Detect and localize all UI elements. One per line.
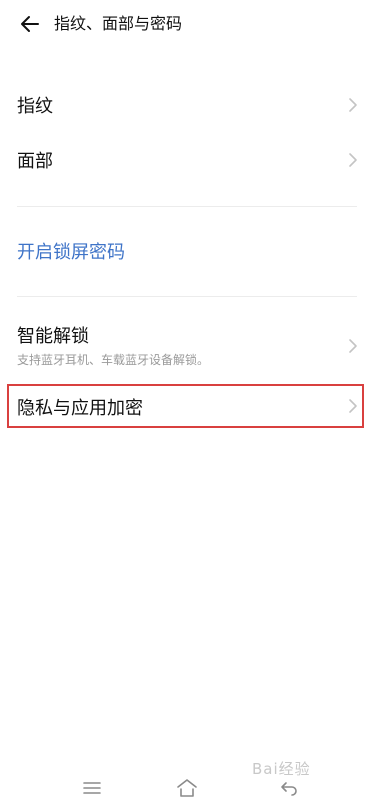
smart-unlock-label: 智能解锁 <box>17 326 89 347</box>
face-row[interactable]: 面部 <box>0 135 374 185</box>
face-label: 面部 <box>17 151 53 172</box>
menu-icon[interactable] <box>82 780 102 796</box>
home-icon[interactable] <box>175 777 199 799</box>
divider <box>17 206 357 207</box>
enable-lock-password-row[interactable]: 开启锁屏密码 <box>0 226 374 276</box>
chevron-right-icon <box>349 339 357 353</box>
navigation-bar <box>0 766 374 807</box>
page-title: 指纹、面部与密码 <box>54 14 183 33</box>
back-arrow-icon[interactable] <box>18 12 42 36</box>
smart-unlock-description: 支持蓝牙耳机、车载蓝牙设备解锁。 <box>17 353 210 367</box>
chevron-right-icon <box>349 98 357 112</box>
privacy-app-encryption-label: 隐私与应用加密 <box>17 398 143 419</box>
fingerprint-label: 指纹 <box>17 96 53 117</box>
chevron-right-icon <box>349 153 357 167</box>
smart-unlock-row[interactable]: 智能解锁 支持蓝牙耳机、车载蓝牙设备解锁。 <box>0 318 374 374</box>
divider <box>17 296 357 297</box>
fingerprint-row[interactable]: 指纹 <box>0 80 374 130</box>
top-bar: 指纹、面部与密码 <box>0 0 374 48</box>
privacy-app-encryption-row[interactable]: 隐私与应用加密 <box>0 386 374 426</box>
chevron-right-icon <box>349 399 357 413</box>
back-nav-icon[interactable] <box>280 780 298 796</box>
watermark: Bai经验 <box>252 760 311 778</box>
enable-lock-password-label: 开启锁屏密码 <box>17 242 125 263</box>
